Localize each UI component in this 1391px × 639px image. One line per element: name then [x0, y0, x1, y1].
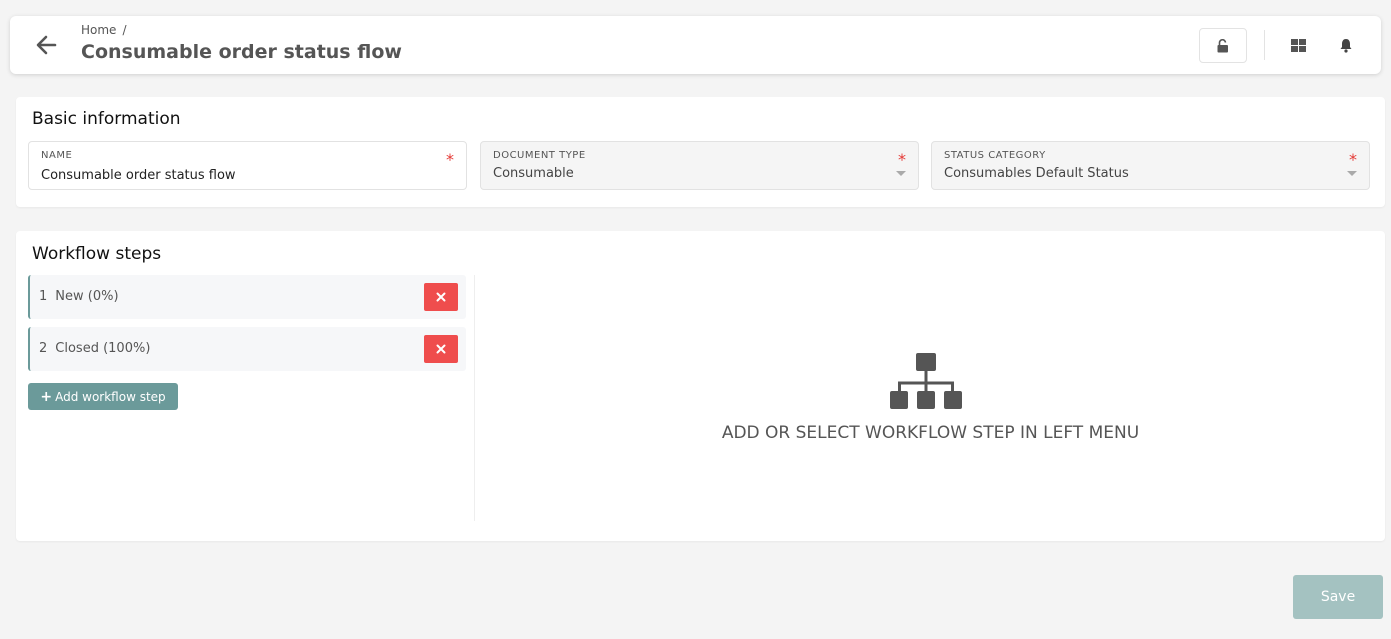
save-button[interactable]: Save	[1293, 575, 1383, 619]
workflow-step-item[interactable]: 1 New (0%)	[28, 275, 466, 319]
unlock-icon	[1217, 38, 1228, 52]
workflow-step-name: New (0%)	[55, 289, 119, 304]
basic-information-card: Basic information NAME Consumable order …	[16, 97, 1385, 207]
name-field[interactable]: NAME Consumable order status flow *	[28, 141, 467, 190]
breadcrumb: Home /	[81, 23, 126, 37]
delete-step-button[interactable]	[424, 283, 458, 311]
lock-toggle-button[interactable]	[1199, 28, 1247, 63]
document-type-value: Consumable	[493, 166, 574, 181]
bell-icon	[1340, 38, 1352, 53]
add-workflow-step-label: Add workflow step	[55, 389, 166, 404]
chevron-down-icon	[1347, 171, 1357, 176]
workflow-steps-card: Workflow steps 1 New (0%) 2 Closed (100%) …	[16, 231, 1385, 541]
close-icon	[436, 292, 446, 302]
empty-state-message: ADD OR SELECT WORKFLOW STEP IN LEFT MENU	[721, 423, 1140, 443]
workflow-step-number: 1	[39, 289, 48, 304]
grid-icon	[1290, 38, 1306, 52]
document-type-label: DOCUMENT TYPE	[493, 150, 586, 161]
required-indicator: *	[898, 150, 906, 169]
workflow-step-name: Closed (100%)	[55, 341, 151, 356]
required-indicator: *	[1349, 150, 1357, 169]
page-header: Home / Consumable order status flow	[10, 16, 1381, 74]
sitemap-icon	[890, 353, 962, 409]
notifications-button[interactable]	[1334, 34, 1358, 56]
breadcrumb-home-link[interactable]: Home	[81, 23, 116, 37]
add-workflow-step-button[interactable]: + Add workflow step	[28, 383, 178, 410]
plus-icon: +	[40, 388, 53, 405]
workflow-steps-title: Workflow steps	[32, 244, 162, 264]
workflow-steps-list: 1 New (0%) 2 Closed (100%) + Add workflow s…	[16, 275, 475, 521]
status-category-select[interactable]: STATUS CATEGORY Consumables Default Stat…	[931, 141, 1370, 190]
workflow-step-item[interactable]: 2 Closed (100%)	[28, 327, 466, 371]
workflow-empty-state: ADD OR SELECT WORKFLOW STEP IN LEFT MENU	[476, 275, 1385, 521]
arrow-left-icon	[36, 35, 57, 55]
chevron-down-icon	[896, 171, 906, 176]
header-divider	[1264, 30, 1265, 60]
document-type-select[interactable]: DOCUMENT TYPE Consumable *	[480, 141, 919, 190]
breadcrumb-separator: /	[122, 23, 127, 37]
required-indicator: *	[446, 150, 454, 169]
back-button[interactable]	[34, 34, 58, 56]
workflow-step-number: 2	[39, 341, 48, 356]
name-field-value[interactable]: Consumable order status flow	[41, 168, 236, 183]
basic-information-title: Basic information	[32, 109, 181, 129]
workflow-step-label: 1 New (0%)	[39, 289, 119, 304]
page-title: Consumable order status flow	[81, 41, 402, 63]
close-icon	[436, 344, 446, 354]
apps-button[interactable]	[1286, 34, 1310, 56]
name-field-label: NAME	[41, 150, 73, 161]
delete-step-button[interactable]	[424, 335, 458, 363]
workflow-step-label: 2 Closed (100%)	[39, 341, 150, 356]
status-category-value: Consumables Default Status	[944, 166, 1129, 181]
status-category-label: STATUS CATEGORY	[944, 150, 1046, 161]
